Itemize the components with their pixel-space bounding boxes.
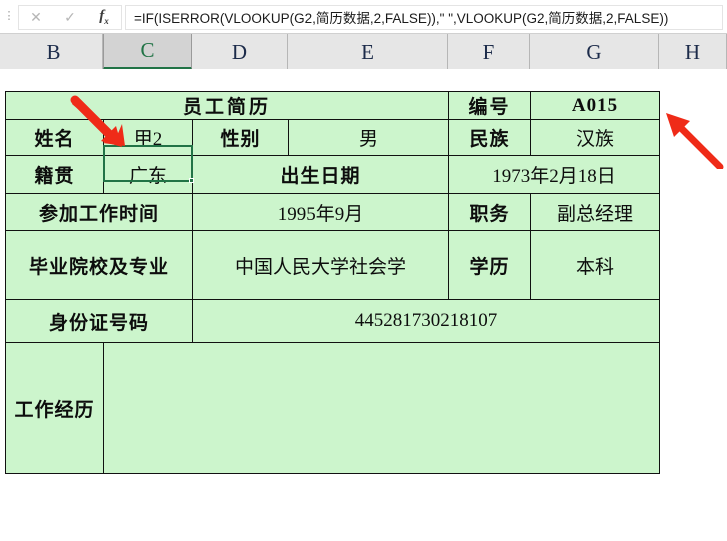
column-header-row: B C D E F G H [0,33,727,70]
worksheet-grid: 员工简历 编号 A015 姓名 甲2 性别 男 民族 汉族 籍贯 广东 出生日期… [0,69,727,541]
red-arrow-down-right [70,95,125,147]
cell-ethnicity-label[interactable]: 民族 [448,119,531,156]
formula-input[interactable]: =IF(ISERROR(VLOOKUP(G2,简历数据,2,FALSE))," … [125,4,723,30]
column-header-e[interactable]: E [288,34,448,70]
table-row: 毕业院校及专业 中国人民大学社会学 学历 本科 [5,230,660,300]
resume-id-label[interactable]: 编号 [448,91,531,120]
formula-bar: ⋮ ✕ ✓ fx =IF(ISERROR(VLOOKUP(G2,简历数据,2,F… [0,0,727,33]
cell-birthdate-label[interactable]: 出生日期 [192,155,449,194]
table-row: 籍贯 广东 出生日期 1973年2月18日 [5,155,660,194]
column-header-d[interactable]: D [192,34,288,70]
formula-action-buttons: ✕ ✓ fx [18,4,122,30]
cell-idnumber-value[interactable]: 445281730218107 [192,299,660,343]
vertical-dots-icon: ⋮ [3,10,15,22]
column-header-g[interactable]: G [530,34,659,70]
cell-position-label[interactable]: 职务 [448,193,531,231]
cell-education-value[interactable]: 本科 [530,230,660,300]
confirm-icon[interactable]: ✓ [53,6,87,29]
cell-ethnicity-value[interactable]: 汉族 [530,119,660,156]
column-header-b[interactable]: B [5,34,103,70]
column-header-h[interactable]: H [659,34,727,70]
cell-hometown-label[interactable]: 籍贯 [5,155,104,194]
excel-window: ⋮ ✕ ✓ fx =IF(ISERROR(VLOOKUP(G2,简历数据,2,F… [0,0,727,541]
insert-function-icon[interactable]: fx [87,6,121,29]
cell-hometown-value[interactable]: 广东 [103,155,193,194]
red-arrow-up-left [666,113,724,169]
cell-workstart-value[interactable]: 1995年9月 [192,193,449,231]
cell-education-label[interactable]: 学历 [448,230,531,300]
cell-school-value[interactable]: 中国人民大学社会学 [192,230,449,300]
cell-gender-label[interactable]: 性别 [192,119,289,156]
table-row: 工作经历 [5,342,660,474]
table-row: 参加工作时间 1995年9月 职务 副总经理 [5,193,660,231]
cell-workstart-label[interactable]: 参加工作时间 [5,193,193,231]
cell-position-value[interactable]: 副总经理 [530,193,660,231]
cell-gender-value[interactable]: 男 [288,119,449,156]
cell-idnumber-label[interactable]: 身份证号码 [5,299,193,343]
cell-school-label[interactable]: 毕业院校及专业 [5,230,193,300]
column-header-c[interactable]: C [103,34,192,70]
resume-id-value[interactable]: A015 [530,91,660,120]
cell-experience-value[interactable] [103,342,660,474]
cell-birthdate-value[interactable]: 1973年2月18日 [448,155,660,194]
table-row: 身份证号码 445281730218107 [5,299,660,343]
cancel-icon[interactable]: ✕ [19,6,53,29]
cell-experience-label[interactable]: 工作经历 [5,342,104,474]
column-header-f[interactable]: F [448,34,530,70]
